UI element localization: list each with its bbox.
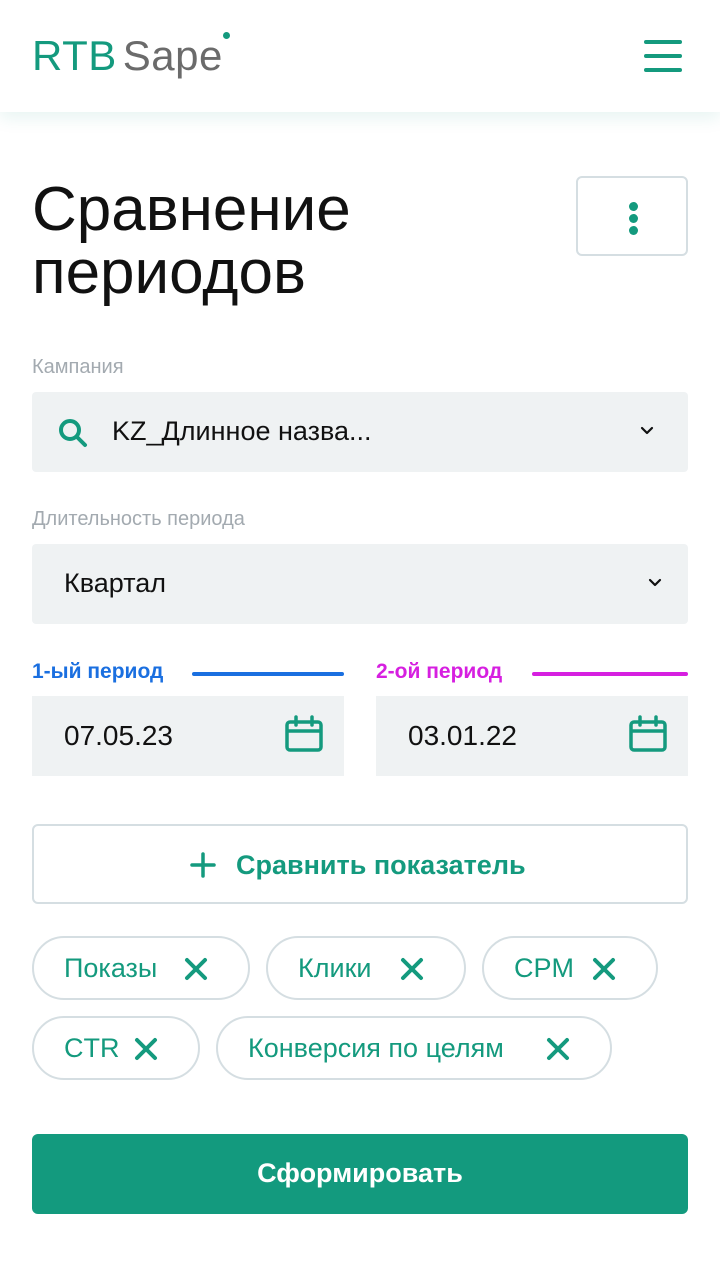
chevron-down-icon: [640, 426, 654, 435]
app-header: RTB Sape: [0, 0, 720, 112]
close-icon[interactable]: [592, 957, 616, 981]
campaign-select[interactable]: KZ_Длинное назва...: [32, 392, 688, 472]
add-metric-button[interactable]: Сравнить показатель: [32, 824, 688, 904]
more-options-button[interactable]: [576, 176, 688, 256]
close-icon[interactable]: [134, 1037, 158, 1061]
add-metric-label: Сравнить показатель: [236, 850, 526, 880]
logo[interactable]: RTB Sape: [32, 34, 223, 78]
logo-primary: RTB: [32, 32, 117, 79]
period2-date: 03.01.22: [408, 720, 517, 751]
metric-chip-cpm: CPM: [482, 936, 658, 1000]
metric-chip-clicks: Клики: [266, 936, 466, 1000]
duration-value: Квартал: [64, 568, 167, 598]
page-title-line2: периодов: [32, 238, 306, 307]
page-title-line1: Сравнение: [32, 175, 351, 244]
generate-report-label: Сформировать: [257, 1158, 463, 1188]
chevron-down-icon: [648, 578, 662, 587]
vertical-dots-icon: [629, 202, 638, 211]
plus-icon: [190, 852, 216, 878]
period2-line: [532, 672, 688, 676]
period1-date: 07.05.23: [64, 720, 173, 751]
campaign-label: Кампания: [32, 356, 124, 378]
generate-report-button[interactable]: Сформировать: [32, 1134, 688, 1214]
period1-line: [192, 672, 344, 676]
metric-chip-impressions: Показы: [32, 936, 250, 1000]
logo-secondary: Sape: [122, 32, 223, 79]
metric-chip-label: Клики: [298, 953, 372, 983]
hamburger-menu-icon[interactable]: [644, 40, 684, 72]
metric-chip-label: Конверсия по целям: [248, 1033, 504, 1063]
metric-chip-label: Показы: [64, 953, 158, 983]
period2-date-field[interactable]: 03.01.22: [376, 696, 688, 776]
close-icon[interactable]: [546, 1037, 570, 1061]
campaign-value: KZ_Длинное назва...: [112, 416, 372, 446]
close-icon[interactable]: [184, 957, 208, 981]
calendar-icon[interactable]: [628, 714, 668, 754]
logo-dot: [223, 32, 230, 39]
duration-select[interactable]: Квартал: [32, 544, 688, 624]
period2-label: 2-ой период: [376, 660, 503, 683]
page-title: Сравнение периодов: [32, 178, 552, 304]
metric-chip-goal-conversion: Конверсия по целям: [216, 1016, 612, 1080]
calendar-icon[interactable]: [284, 714, 324, 754]
metric-chip-label: CTR: [64, 1033, 120, 1063]
search-icon: [59, 419, 87, 447]
period1-date-field[interactable]: 07.05.23: [32, 696, 344, 776]
metric-chip-label: CPM: [514, 953, 574, 983]
duration-label: Длительность периода: [32, 508, 245, 530]
close-icon[interactable]: [400, 957, 424, 981]
metric-chip-ctr: CTR: [32, 1016, 200, 1080]
period1-label: 1-ый период: [32, 660, 164, 683]
